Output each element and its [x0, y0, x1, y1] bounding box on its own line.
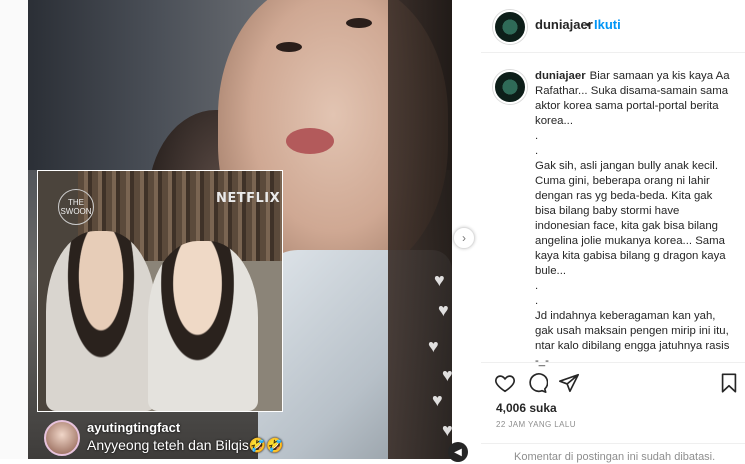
heart-icon: ♥	[434, 270, 445, 290]
share-icon[interactable]	[558, 372, 580, 394]
heart-icon: ♥	[442, 420, 452, 440]
inset-swoon-logo: THE SWOON	[58, 189, 94, 225]
sound-toggle-button[interactable]: ◀	[448, 442, 468, 462]
comments-restricted-notice: Komentar di postingan ini sudah dibatasi…	[481, 443, 745, 464]
media-eye-right	[346, 18, 372, 28]
next-media-button[interactable]: ›	[453, 227, 475, 249]
header-username[interactable]: duniajaer	[535, 17, 593, 32]
inset-person-right	[148, 241, 258, 411]
follow-button[interactable]: Ikuti	[594, 17, 621, 32]
media-inset-frame: THE SWOON NETFLIX	[37, 170, 283, 412]
heart-icon: ♥	[428, 336, 439, 356]
caption-text: Biar samaan ya kis kaya Aa Rafathar... S…	[535, 70, 730, 367]
heart-icon: ♥	[442, 365, 452, 385]
caption-avatar[interactable]	[493, 70, 527, 104]
heart-icon: ♥	[432, 390, 443, 410]
post-side-panel: duniajaer • Ikuti duniajaer Biar samaan y…	[481, 0, 745, 463]
post-timestamp[interactable]: 22 JAM YANG LALU	[496, 420, 576, 429]
live-hearts: ♥ ♥ ♥ ♥ ♥ ♥	[428, 270, 452, 459]
heart-icon[interactable]	[494, 372, 516, 394]
comments-restricted-text: Komentar di postingan ini sudah dibatasi…	[514, 451, 716, 463]
media-eye-left	[276, 42, 302, 52]
chevron-right-icon: ›	[462, 231, 466, 245]
media-mouth	[286, 128, 334, 154]
watermark-username: ayutingtingfact	[87, 420, 181, 435]
post-actions: 4,006 suka 22 JAM YANG LALU Komentar di …	[481, 362, 745, 463]
left-gutter	[0, 0, 28, 459]
comment-icon[interactable]	[526, 372, 548, 394]
post-header: duniajaer • Ikuti	[481, 0, 745, 53]
inset-netflix-logo: NETFLIX	[216, 191, 281, 206]
post-caption: duniajaer Biar samaan ya kis kaya Aa Rafa…	[535, 69, 731, 369]
header-separator: •	[586, 17, 591, 32]
caption-username[interactable]: duniajaer	[535, 70, 586, 82]
post-media[interactable]: THE SWOON NETFLIX ♥ ♥ ♥ ♥ ♥ ♥	[28, 0, 452, 459]
bookmark-icon[interactable]	[718, 372, 740, 394]
watermark-caption: Anyyeong teteh dan Bilqis🤣🤣	[87, 437, 284, 453]
avatar[interactable]	[493, 10, 527, 44]
sound-icon: ◀	[454, 446, 462, 458]
inset-person-left	[46, 231, 156, 411]
like-count[interactable]: 4,006 suka	[496, 401, 557, 415]
heart-icon: ♥	[438, 300, 449, 320]
watermark-avatar	[44, 420, 80, 456]
